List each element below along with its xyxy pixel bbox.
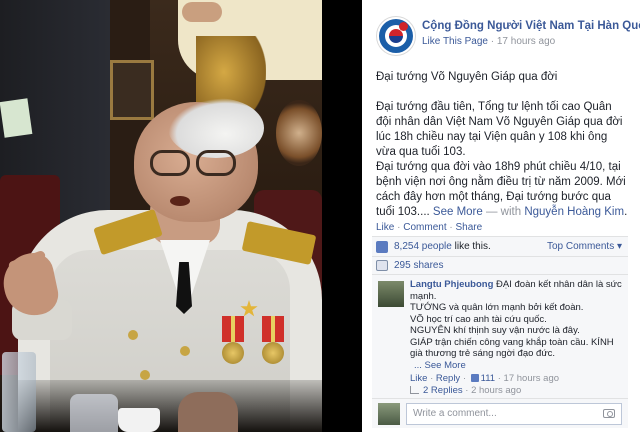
post-text: Đại tướng Võ Nguyên Giáp qua đời Đại tướ… [376, 70, 630, 220]
write-comment-placeholder: Write a comment... [413, 408, 497, 419]
uniform-button [140, 370, 150, 380]
likes-suffix: like this. [451, 241, 491, 252]
action-separator: · [446, 222, 456, 233]
post-title: Đại tướng Võ Nguyên Giáp qua đời [376, 71, 558, 83]
thumbs-up-icon [470, 374, 479, 383]
comment-separator: · [460, 373, 469, 384]
comment-like-action[interactable]: Like [410, 373, 427, 384]
post-paragraph: Đại tướng qua đời vào 18h9 phút chiều 4/… [376, 160, 630, 220]
see-more-link[interactable]: See More [433, 206, 483, 218]
comment: Langtu Phjeubong ĐẠI đoàn kết nhân dân l… [372, 274, 628, 398]
top-comments-dropdown[interactable]: Top Comments ▾ [547, 241, 622, 252]
comment-like-count[interactable]: 111 [481, 373, 495, 384]
post-meta: Like This Page · 17 hours ago [422, 36, 555, 47]
post-actions: Like · Comment · Share [376, 222, 482, 233]
with-label: — with [482, 206, 525, 218]
photo-gutter [322, 0, 362, 432]
glasses-left-lens [150, 150, 190, 176]
teacup [118, 408, 160, 432]
comment-action[interactable]: Comment [403, 222, 446, 233]
post-time[interactable]: 17 hours ago [497, 36, 555, 47]
medal-ribbon [222, 316, 244, 342]
glass-bowl [70, 394, 118, 432]
write-comment-row: Write a comment... [372, 398, 628, 428]
uniform-button [128, 330, 138, 340]
picture-frame [110, 60, 154, 120]
tagged-person-link[interactable]: Nguyễn Hoàng Kim [524, 206, 624, 218]
foreground-hand [178, 392, 238, 432]
white-hair [168, 98, 264, 158]
thumbs-up-icon [376, 241, 388, 253]
comment-line: VÕ học trí cao anh tài cứu quốc. [410, 313, 547, 325]
comment-line: GIÁP trận chiến công vang khắp toàn cầu.… [410, 336, 614, 360]
table [0, 380, 322, 432]
medal-ribbon [262, 316, 284, 342]
comment-line: NGUYÊN khí thịnh suy vận nước là đây. [410, 325, 580, 336]
comment-see-more-link[interactable]: ... See More [410, 360, 624, 372]
water-glass [2, 352, 36, 432]
vietnam-star-icon [399, 22, 408, 31]
mouth [170, 196, 190, 206]
wall-sign [0, 98, 33, 138]
likes-count-link[interactable]: 8,254 people [394, 241, 452, 252]
commenter-avatar[interactable] [378, 281, 404, 307]
viewer-avatar [378, 403, 400, 425]
comment-separator: · [495, 373, 504, 384]
background-hand [182, 2, 222, 22]
comment-body: Langtu Phjeubong ĐẠI đoàn kết nhân dân l… [410, 279, 624, 385]
page-name-link[interactable]: Cộng Đồng Người Việt Nam Tại Hàn Quốc [422, 20, 640, 32]
reply-arrow-icon [410, 386, 419, 395]
like-action[interactable]: Like [376, 222, 394, 233]
likes-row: 8,254 people like this. Top Comments ▾ [372, 236, 628, 256]
meta-separator: · [487, 36, 497, 47]
comment-actions: Like · Reply · 111 · 17 hours ago [410, 373, 624, 385]
action-separator: · [394, 222, 404, 233]
medal [222, 342, 244, 364]
likes-summary: 8,254 people like this. [394, 241, 491, 252]
shares-row: 295 shares [372, 256, 628, 274]
share-icon [376, 260, 388, 271]
comment-reply-action[interactable]: Reply [436, 373, 460, 384]
comment-time[interactable]: 17 hours ago [504, 373, 559, 384]
post-paragraph: Đại tướng đầu tiên, Tổng tư lệnh tối cao… [376, 101, 623, 158]
camera-icon[interactable] [603, 409, 615, 418]
post-photo[interactable] [0, 0, 362, 432]
comment-line: TƯỚNG và quân lớn mạnh bởi kết đoàn. [410, 302, 584, 313]
glasses-right-lens [196, 150, 236, 176]
replies-link[interactable]: 2 Replies [423, 385, 463, 396]
shares-count-link[interactable]: 295 shares [394, 260, 443, 271]
post-header: Cộng Đồng Người Việt Nam Tại Hàn Quốc Li… [376, 16, 640, 56]
page-avatar[interactable] [376, 16, 416, 56]
replies-time: 2 hours ago [471, 385, 522, 396]
comment-separator: · [427, 373, 436, 384]
replies-row: 2 Replies · 2 hours ago [410, 385, 521, 396]
with-end: . [624, 206, 628, 218]
like-page-link[interactable]: Like This Page [422, 36, 488, 47]
share-action[interactable]: Share [456, 222, 483, 233]
write-comment-input[interactable]: Write a comment... [406, 403, 622, 425]
medal [262, 342, 284, 364]
comment-author-link[interactable]: Langtu Phjeubong [410, 279, 493, 290]
decorative-plate [276, 100, 322, 166]
taegeuk-icon [389, 29, 403, 43]
replies-separator: · [462, 385, 472, 396]
uniform-button [180, 346, 190, 356]
